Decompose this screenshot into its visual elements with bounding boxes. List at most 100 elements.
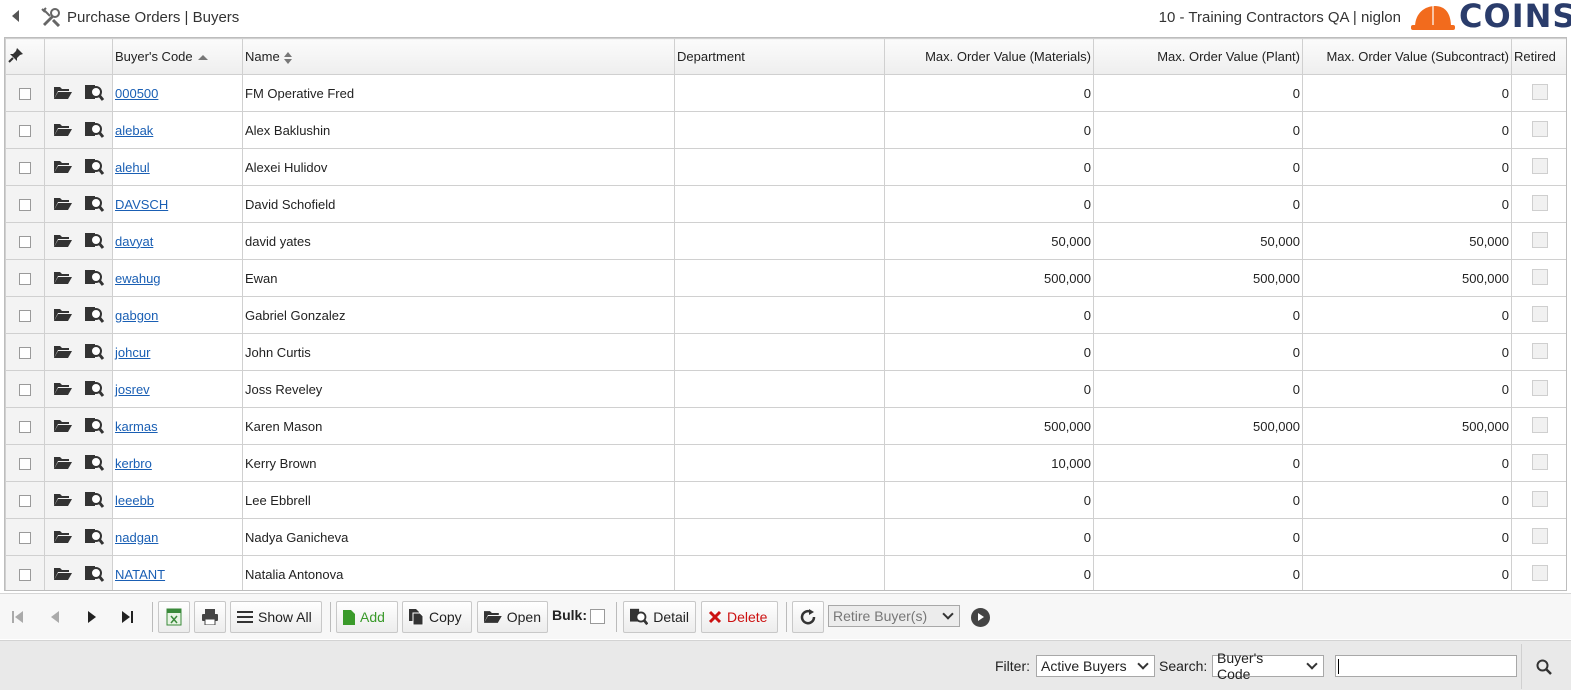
detail-search-icon[interactable] xyxy=(83,195,105,213)
search-button[interactable] xyxy=(1521,644,1567,689)
detail-search-icon[interactable] xyxy=(83,343,105,361)
table-row[interactable]: alebak Alex Baklushin 0 0 0 xyxy=(5,111,1566,149)
column-header-retired[interactable]: Retired xyxy=(1511,38,1566,75)
table-row[interactable]: karmas Karen Mason 500,000 500,000 500,000 xyxy=(5,407,1566,445)
row-select-checkbox[interactable] xyxy=(19,88,31,101)
table-row[interactable]: johcur John Curtis 0 0 0 xyxy=(5,333,1566,371)
buyer-code-link[interactable]: karmas xyxy=(115,419,158,434)
open-folder-icon[interactable] xyxy=(53,529,73,545)
buyer-code-link[interactable]: gabgon xyxy=(115,308,158,323)
table-row[interactable]: ewahug Ewan 500,000 500,000 500,000 xyxy=(5,259,1566,297)
buyer-code-link[interactable]: 000500 xyxy=(115,86,158,101)
sort-ascending-icon[interactable] xyxy=(197,55,208,61)
add-button[interactable]: Add xyxy=(336,601,398,633)
row-select-checkbox[interactable] xyxy=(19,569,31,582)
open-folder-icon[interactable] xyxy=(53,85,73,101)
next-page-icon[interactable] xyxy=(87,610,97,624)
refresh-button[interactable] xyxy=(792,601,824,633)
search-field-select[interactable]: Buyer's Code xyxy=(1212,650,1324,682)
row-select-checkbox[interactable] xyxy=(19,421,31,434)
print-button[interactable] xyxy=(194,601,226,633)
export-excel-button[interactable] xyxy=(158,601,190,633)
open-folder-icon[interactable] xyxy=(53,418,73,434)
table-row[interactable]: josrev Joss Reveley 0 0 0 xyxy=(5,370,1566,408)
go-arrow-icon[interactable] xyxy=(971,608,990,627)
detail-search-icon[interactable] xyxy=(83,232,105,250)
open-button[interactable]: Open xyxy=(477,601,548,633)
open-folder-icon[interactable] xyxy=(53,492,73,508)
row-select-checkbox[interactable] xyxy=(19,236,31,249)
row-select-checkbox[interactable] xyxy=(19,199,31,212)
open-folder-icon[interactable] xyxy=(53,159,73,175)
column-header-max-subcontract[interactable]: Max. Order Value (Subcontract) xyxy=(1302,38,1512,75)
previous-page-icon[interactable] xyxy=(50,610,60,624)
buyer-code-link[interactable]: alebak xyxy=(115,123,153,138)
row-select-checkbox[interactable] xyxy=(19,162,31,175)
open-folder-icon[interactable] xyxy=(53,122,73,138)
row-select-checkbox[interactable] xyxy=(19,458,31,471)
open-folder-icon[interactable] xyxy=(53,196,73,212)
column-header-max-materials[interactable]: Max. Order Value (Materials) xyxy=(884,38,1094,75)
detail-search-icon[interactable] xyxy=(83,417,105,435)
filter-select[interactable]: Active Buyers xyxy=(1036,655,1155,677)
row-select-checkbox[interactable] xyxy=(19,495,31,508)
table-row[interactable]: gabgon Gabriel Gonzalez 0 0 0 xyxy=(5,296,1566,334)
table-row[interactable]: DAVSCH David Schofield 0 0 0 xyxy=(5,185,1566,223)
buyer-code-link[interactable]: DAVSCH xyxy=(115,197,168,212)
open-folder-icon[interactable] xyxy=(53,270,73,286)
pin-icon[interactable] xyxy=(8,47,24,63)
buyer-code-link[interactable]: kerbro xyxy=(115,456,152,471)
buyer-code-link[interactable]: ewahug xyxy=(115,271,161,286)
copy-button[interactable]: Copy xyxy=(402,601,472,633)
column-header-name[interactable]: Name xyxy=(242,38,675,75)
table-row[interactable]: NATANT Natalia Antonova 0 0 0 xyxy=(5,555,1566,590)
buyer-code-link[interactable]: josrev xyxy=(115,382,150,397)
row-select-checkbox[interactable] xyxy=(19,384,31,397)
row-select-checkbox[interactable] xyxy=(19,532,31,545)
table-row[interactable]: nadgan Nadya Ganicheva 0 0 0 xyxy=(5,518,1566,556)
row-select-checkbox[interactable] xyxy=(19,347,31,360)
open-folder-icon[interactable] xyxy=(53,455,73,471)
detail-search-icon[interactable] xyxy=(83,121,105,139)
detail-search-icon[interactable] xyxy=(83,454,105,472)
delete-button[interactable]: Delete xyxy=(701,601,778,633)
retire-buyers-select[interactable]: Retire Buyer(s) xyxy=(828,605,960,627)
detail-search-icon[interactable] xyxy=(83,528,105,546)
table-row[interactable]: leeebb Lee Ebbrell 0 0 0 xyxy=(5,481,1566,519)
row-select-checkbox[interactable] xyxy=(19,310,31,323)
row-select-checkbox[interactable] xyxy=(19,273,31,286)
search-input[interactable] xyxy=(1335,655,1517,677)
detail-search-icon[interactable] xyxy=(83,380,105,398)
buyer-code-link[interactable]: nadgan xyxy=(115,530,158,545)
table-row[interactable]: 000500 FM Operative Fred 0 0 0 xyxy=(5,74,1566,112)
first-page-icon[interactable] xyxy=(12,610,24,624)
table-row[interactable]: alehul Alexei Hulidov 0 0 0 xyxy=(5,148,1566,186)
open-folder-icon[interactable] xyxy=(53,381,73,397)
show-all-button[interactable]: Show All xyxy=(230,601,322,633)
buyer-code-link[interactable]: NATANT xyxy=(115,567,165,582)
column-header-department[interactable]: Department xyxy=(674,38,885,75)
sort-icon[interactable] xyxy=(283,51,294,64)
detail-button[interactable]: Detail xyxy=(623,601,696,633)
buyer-code-link[interactable]: johcur xyxy=(115,345,150,360)
back-arrow-icon[interactable] xyxy=(12,10,19,22)
detail-search-icon[interactable] xyxy=(83,84,105,102)
buyer-code-link[interactable]: davyat xyxy=(115,234,153,249)
bulk-checkbox[interactable] xyxy=(590,609,605,624)
detail-search-icon[interactable] xyxy=(83,158,105,176)
open-folder-icon[interactable] xyxy=(53,344,73,360)
detail-search-icon[interactable] xyxy=(83,306,105,324)
open-folder-icon[interactable] xyxy=(53,233,73,249)
open-folder-icon[interactable] xyxy=(53,566,73,582)
buyer-code-link[interactable]: leeebb xyxy=(115,493,154,508)
table-row[interactable]: kerbro Kerry Brown 10,000 0 0 xyxy=(5,444,1566,482)
column-header-max-plant[interactable]: Max. Order Value (Plant) xyxy=(1093,38,1303,75)
last-page-icon[interactable] xyxy=(121,610,133,624)
detail-search-icon[interactable] xyxy=(83,491,105,509)
buyer-code-link[interactable]: alehul xyxy=(115,160,150,175)
pin-column-header[interactable] xyxy=(5,38,45,75)
detail-search-icon[interactable] xyxy=(83,565,105,583)
table-row[interactable]: davyat david yates 50,000 50,000 50,000 xyxy=(5,222,1566,260)
column-header-code[interactable]: Buyer's Code xyxy=(112,38,243,75)
detail-search-icon[interactable] xyxy=(83,269,105,287)
